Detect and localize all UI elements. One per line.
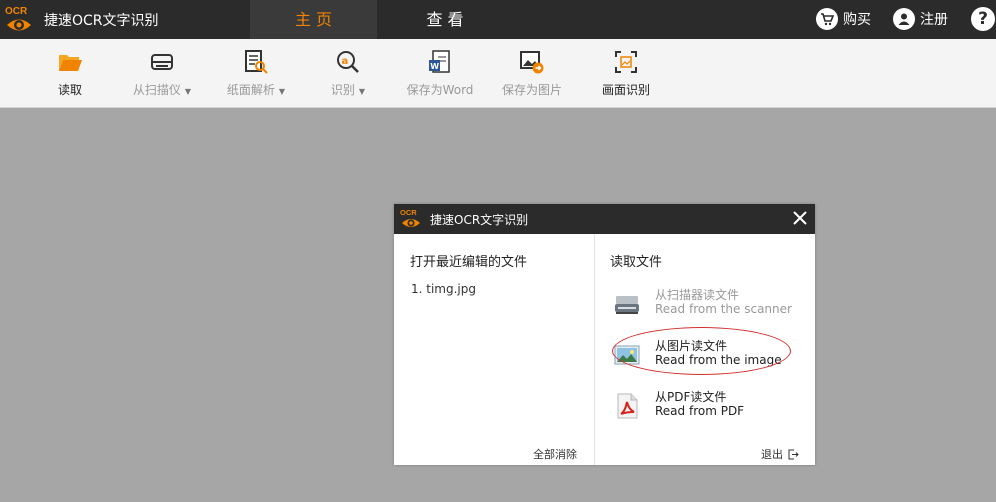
chevron-down-icon: ▼ xyxy=(358,87,366,96)
page-analyze-button[interactable]: 纸面解析 ▼ xyxy=(218,39,294,108)
highlight-annotation xyxy=(612,327,791,375)
page-analyze-label: 纸面解析 xyxy=(226,83,275,97)
scanner-label-en: Read from the scanner xyxy=(655,302,792,316)
dialog-header: OCR 捷速OCR文字识别 xyxy=(394,204,815,234)
word-doc-icon: W xyxy=(429,50,450,73)
exit-label: 退出 xyxy=(761,448,783,461)
read-file-title: 读取文件 xyxy=(610,255,663,270)
tab-view[interactable]: 查 看 xyxy=(380,0,510,39)
recognize-button[interactable]: a 识别 ▼ xyxy=(320,39,376,108)
read-from-pdf-option[interactable]: 从PDF读文件 Read from PDF xyxy=(613,388,803,424)
ocr-logo-icon: OCR xyxy=(400,208,420,227)
from-scanner-label: 从扫描仪 xyxy=(132,83,181,97)
svg-text:a: a xyxy=(342,56,349,67)
scanner-icon xyxy=(151,54,173,70)
scanner-label-cn: 从扫描器读文件 xyxy=(655,288,740,302)
save-image-button[interactable]: 保存为图片 xyxy=(496,39,568,108)
read-button[interactable]: 读取 xyxy=(40,39,100,108)
exit-button[interactable]: 退出 xyxy=(761,446,799,462)
recent-file-item[interactable]: 1. timg.jpg xyxy=(411,282,476,296)
scanner-icon xyxy=(615,296,639,314)
read-from-scanner-option[interactable]: 从扫描器读文件 Read from the scanner xyxy=(613,286,803,322)
title-bar: OCR 捷速OCR文字识别 主 页 查 看 购买 注册 ? xyxy=(0,0,996,39)
exit-icon xyxy=(788,449,799,459)
svg-text:OCR: OCR xyxy=(5,6,28,17)
recognize-icon: a xyxy=(337,51,359,73)
from-scanner-button[interactable]: 从扫描仪 ▼ xyxy=(124,39,200,108)
save-word-label: 保存为Word xyxy=(406,83,474,97)
svg-text:W: W xyxy=(430,62,439,71)
chevron-down-icon: ▼ xyxy=(184,87,192,96)
read-label: 读取 xyxy=(57,83,82,97)
recent-files-title: 打开最近编辑的文件 xyxy=(410,255,528,270)
buy-button[interactable]: 购买 xyxy=(816,8,871,30)
tab-home[interactable]: 主 页 xyxy=(250,0,377,39)
screen-capture-label: 画面识别 xyxy=(601,83,650,97)
page-analyze-icon xyxy=(245,50,268,74)
register-label: 注册 xyxy=(920,12,948,28)
screen-capture-icon xyxy=(615,51,637,73)
svg-text:OCR: OCR xyxy=(400,208,417,217)
pdf-file-icon xyxy=(617,393,638,419)
app-title: 捷速OCR文字识别 xyxy=(44,13,159,29)
folder-open-icon xyxy=(59,55,82,71)
cart-icon xyxy=(816,8,838,30)
clear-all-link[interactable]: 全部消除 xyxy=(533,446,577,462)
help-button[interactable]: ? xyxy=(971,7,995,31)
pdf-label-en: Read from PDF xyxy=(655,404,745,418)
pdf-label-cn: 从PDF读文件 xyxy=(655,390,727,404)
recognize-label: 识别 xyxy=(330,83,355,97)
chevron-down-icon: ▼ xyxy=(278,87,286,96)
register-button[interactable]: 注册 xyxy=(893,8,948,30)
ocr-logo-icon: OCR xyxy=(5,6,31,31)
close-icon[interactable] xyxy=(792,210,808,226)
recent-files-pane: 打开最近编辑的文件 1. timg.jpg 全部消除 xyxy=(394,234,595,465)
buy-label: 购买 xyxy=(843,12,871,28)
screen-capture-button[interactable]: 画面识别 xyxy=(594,39,658,108)
save-image-label: 保存为图片 xyxy=(501,83,562,97)
user-icon xyxy=(893,8,915,30)
dialog-title: 捷速OCR文字识别 xyxy=(430,213,529,227)
save-image-icon xyxy=(520,51,544,74)
save-word-button[interactable]: W 保存为Word xyxy=(402,39,478,108)
open-file-dialog: OCR 捷速OCR文字识别 打开最近编辑的文件 1. timg.jpg 全部消除… xyxy=(394,204,815,465)
ribbon-toolbar: 读取 从扫描仪 ▼ 纸面解析 ▼ a 识别 ▼ W 保存为Word 保存为图片 … xyxy=(0,39,996,108)
